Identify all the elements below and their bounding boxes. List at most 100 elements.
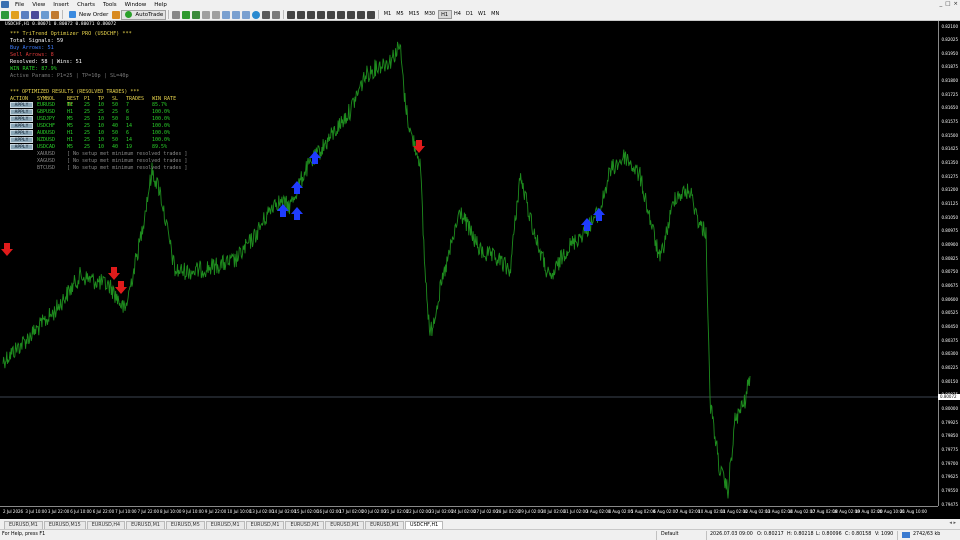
- timeframe-d1[interactable]: D1: [463, 10, 475, 19]
- zoom-out-icon[interactable]: [212, 10, 221, 19]
- row-tp: 25: [98, 109, 105, 115]
- timeframe-h4[interactable]: H4: [452, 10, 464, 19]
- chart-tab[interactable]: EURUSD,M1: [325, 521, 365, 529]
- chart-window[interactable]: USDCHF,H1 0.80071 0.80072 0.80071 0.8007…: [0, 21, 960, 519]
- vertical-line-icon[interactable]: [307, 10, 316, 19]
- strategy-tester-icon[interactable]: [51, 10, 59, 19]
- row-win-rate: 89.5%: [152, 144, 168, 150]
- templates-icon[interactable]: [272, 10, 281, 19]
- menu-help[interactable]: Help: [150, 2, 171, 8]
- navigator-icon[interactable]: [31, 10, 39, 19]
- row-win-rate: 85.7%: [152, 102, 168, 108]
- timeframe-m1[interactable]: M1: [381, 10, 394, 19]
- minimize-icon[interactable]: _: [939, 1, 942, 7]
- apply-button[interactable]: APPLY: [10, 109, 33, 115]
- timeframe-m5[interactable]: M5: [394, 10, 407, 19]
- menu-insert[interactable]: Insert: [49, 2, 73, 8]
- apply-button[interactable]: APPLY: [10, 137, 33, 143]
- none-row-spacer: [10, 165, 37, 172]
- none-row-spacer: [10, 151, 37, 158]
- chart-shift-icon[interactable]: [242, 10, 251, 19]
- new-order-button[interactable]: New Order: [65, 10, 111, 20]
- apply-button[interactable]: APPLY: [10, 144, 33, 150]
- label-icon[interactable]: [367, 10, 376, 19]
- horizontal-line-icon[interactable]: [317, 10, 326, 19]
- row-tp: 10: [98, 144, 105, 150]
- buy-arrow-icon: [291, 207, 303, 220]
- row-symbol: GBPUSD: [37, 109, 56, 115]
- chart-tab[interactable]: EURUSD,M1: [205, 521, 245, 529]
- zoom-in-icon[interactable]: [202, 10, 211, 19]
- menu-charts[interactable]: Charts: [73, 2, 99, 8]
- tile-windows-icon[interactable]: [222, 10, 231, 19]
- line-chart-icon[interactable]: [192, 10, 201, 19]
- results-row: APPLY USDCAD M5 25 10 40 19 89.5%: [10, 144, 187, 151]
- chart-tab[interactable]: EURUSD,M1: [4, 521, 43, 529]
- autotrade-button[interactable]: AutoTrade: [121, 9, 167, 20]
- apply-button[interactable]: APPLY: [10, 123, 33, 129]
- row-symbol: AUDUSD: [37, 130, 56, 136]
- profiles-icon[interactable]: [11, 10, 19, 19]
- close-icon[interactable]: ×: [953, 1, 958, 7]
- terminal-icon[interactable]: [41, 10, 49, 19]
- time-tick-label: 16 Jul 02:00: [316, 509, 341, 514]
- bar-chart-icon[interactable]: [172, 10, 181, 19]
- apply-cell: APPLY: [10, 130, 37, 137]
- toolbar-separator: [283, 10, 285, 19]
- candlestick-icon[interactable]: [182, 10, 191, 19]
- market-watch-icon[interactable]: [21, 10, 29, 19]
- time-axis[interactable]: 2 Jul 2026 3 Jul 10:00 3 Jul 22:00 6 Jul 10…: [0, 506, 938, 519]
- chart-tab[interactable]: EURUSD,M15: [43, 521, 86, 529]
- toolbar-separator: [378, 10, 380, 19]
- indicators-icon[interactable]: [252, 10, 261, 19]
- price-tick-label: 0.80525: [941, 310, 958, 316]
- timeframe-mn[interactable]: MN: [489, 10, 502, 19]
- chart-tab[interactable]: EURUSD,M1: [126, 521, 165, 529]
- tab-scroll-icon[interactable]: ◂ ▸: [949, 520, 956, 526]
- timeframe-m15[interactable]: M15: [406, 10, 422, 19]
- row-sl: 40: [112, 123, 119, 129]
- text-icon[interactable]: [357, 10, 366, 19]
- metaeditor-icon[interactable]: [112, 10, 121, 19]
- menu-window[interactable]: Window: [121, 2, 151, 8]
- channel-icon[interactable]: [337, 10, 346, 19]
- win-rate: WIN RATE: 87.9%: [10, 66, 57, 72]
- trendline-icon[interactable]: [327, 10, 336, 19]
- auto-scroll-icon[interactable]: [232, 10, 241, 19]
- chart-tab[interactable]: USDCHF,H1: [404, 521, 444, 529]
- price-tick-label: 0.81575: [941, 119, 958, 125]
- chart-tab[interactable]: EURUSD,M1: [285, 521, 325, 529]
- chart-tab[interactable]: EURUSD,M5: [165, 521, 205, 529]
- menu-tools[interactable]: Tools: [99, 2, 121, 8]
- cursor-icon[interactable]: [287, 10, 296, 19]
- apply-button[interactable]: APPLY: [10, 102, 33, 108]
- row-win-rate: 100.0%: [152, 116, 171, 122]
- panel-title: *** TriTrend Optimizer PRO (USDCHF) ***: [10, 31, 132, 37]
- timeframe-m30[interactable]: M30: [422, 10, 438, 19]
- apply-button[interactable]: APPLY: [10, 130, 33, 136]
- crosshair-icon[interactable]: [297, 10, 306, 19]
- restore-icon[interactable]: □: [945, 1, 950, 7]
- timeframe-w1[interactable]: W1: [476, 10, 489, 19]
- chart-tab[interactable]: EURUSD,M1: [245, 521, 285, 529]
- price-tick-label: 0.81500: [941, 132, 958, 138]
- row-trades: 7: [126, 102, 130, 108]
- menu-file[interactable]: File: [11, 2, 28, 8]
- chart-tab[interactable]: EURUSD,M1: [365, 521, 404, 529]
- row-p1: 25: [84, 109, 91, 115]
- new-order-icon: [69, 11, 76, 18]
- sell-arrow-icon: [115, 281, 127, 294]
- price-axis[interactable]: 0.82100 0.82025 0.81950 0.81875 0.81800 0.817…: [938, 21, 960, 507]
- periods-icon[interactable]: [262, 10, 271, 19]
- row-win-rate: 100.0%: [152, 130, 171, 136]
- row-symbol: USDCAD: [37, 144, 56, 150]
- status-separator: [897, 531, 898, 540]
- time-tick-label: 15 Jul 02:00: [294, 509, 319, 514]
- apply-button[interactable]: APPLY: [10, 116, 33, 122]
- menu-view[interactable]: View: [28, 2, 49, 8]
- new-chart-icon[interactable]: [1, 10, 9, 19]
- timeframe-h1[interactable]: H1: [437, 10, 452, 19]
- fibonacci-icon[interactable]: [347, 10, 356, 19]
- chart-tab[interactable]: EURUSD,H4: [86, 521, 126, 529]
- time-tick-label: 8 Jul 10:00: [159, 509, 182, 514]
